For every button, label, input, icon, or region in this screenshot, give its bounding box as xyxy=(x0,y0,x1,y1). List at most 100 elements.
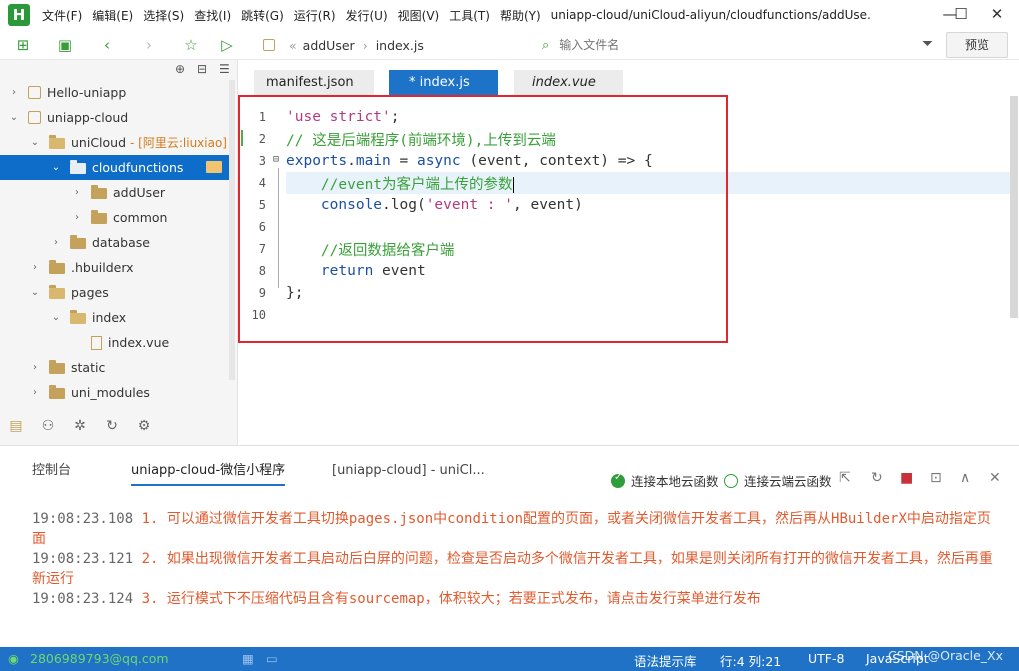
back-icon[interactable]: ‹ xyxy=(94,33,120,57)
tree-item-label: index.vue xyxy=(108,335,170,350)
code-token: }; xyxy=(286,285,304,301)
preview-button[interactable]: 预览 xyxy=(946,32,1008,58)
chevron-down-icon[interactable]: ⌄ xyxy=(50,162,62,173)
tree-item[interactable]: ⌄ cloudfunctions xyxy=(0,155,230,180)
favorite-star-icon[interactable]: ☆ xyxy=(178,33,204,57)
maximize-panel-icon[interactable]: ⊡ xyxy=(930,470,942,486)
code-line[interactable]: exports.main = async (event, context) =>… xyxy=(238,150,1010,172)
open-log-icon[interactable]: ⇱ xyxy=(839,470,851,486)
chevron-right-icon[interactable]: › xyxy=(8,87,20,98)
code-line[interactable]: // 这是后端程序(前端环境),上传到云端 xyxy=(238,128,1010,150)
filter-icon[interactable]: ⏷ xyxy=(922,36,933,52)
save-icon[interactable]: ▣ xyxy=(52,33,78,57)
clear-close-icon[interactable]: ✕ xyxy=(989,470,1001,486)
menu-file[interactable]: 文件(F) xyxy=(38,7,86,24)
code-token: //event为客户端上传的参数 xyxy=(286,176,513,193)
chevron-right-icon[interactable]: › xyxy=(29,362,41,373)
tree-item[interactable]: ⌄ pages xyxy=(0,280,238,305)
chevron-right-icon[interactable]: › xyxy=(71,212,83,223)
forward-icon[interactable]: › xyxy=(136,33,162,57)
folder-icon xyxy=(49,385,65,399)
menu-publish[interactable]: 发行(U) xyxy=(342,7,392,24)
menu-goto[interactable]: 跳转(G) xyxy=(237,7,288,24)
code-editor[interactable]: 1'use strict'; 2// 这是后端程序(前端环境),上传到云端 3 ⊟ ex… xyxy=(238,96,1019,445)
tree-item[interactable]: › .hbuilderx xyxy=(0,255,238,280)
collapse-panel-icon[interactable]: ∧ xyxy=(960,470,970,486)
menu-edit[interactable]: 编辑(E) xyxy=(88,7,137,24)
search-plugin-icon[interactable]: ⚙ xyxy=(128,418,160,434)
code-line[interactable]: return event xyxy=(238,260,1010,282)
layout-icon[interactable]: ▦ xyxy=(242,651,254,666)
open-folder-icon[interactable] xyxy=(206,161,222,173)
file-encoding[interactable]: UTF-8 xyxy=(808,651,844,666)
sidebar-scrollbar[interactable] xyxy=(229,80,235,380)
chevron-down-icon[interactable]: ⌄ xyxy=(8,112,20,123)
menu-help[interactable]: 帮助(Y) xyxy=(496,7,545,24)
breadcrumb-file[interactable]: index.js xyxy=(376,38,424,53)
code-line[interactable]: console.log('event : ', event) xyxy=(238,194,1010,216)
tree-item[interactable]: › database xyxy=(0,230,238,255)
locate-icon[interactable]: ⊕ xyxy=(175,62,185,76)
collapse-all-icon[interactable]: ⊟ xyxy=(197,62,207,76)
breadcrumb-folder[interactable]: addUser xyxy=(303,38,355,53)
bug-icon[interactable]: ✲ xyxy=(64,418,96,434)
code-line[interactable]: }; xyxy=(238,282,1010,304)
tree-item[interactable]: ⌄ index xyxy=(0,305,238,330)
chevron-down-icon[interactable]: ⌄ xyxy=(29,137,41,148)
radio-cloud-function[interactable]: 连接云端云函数 xyxy=(724,471,832,490)
code-line[interactable]: //event为客户端上传的参数 xyxy=(286,172,1010,194)
code-line[interactable]: 'use strict'; xyxy=(238,106,1010,128)
user-icon[interactable]: ◉ xyxy=(8,651,19,666)
tree-item[interactable]: › common xyxy=(0,205,238,230)
restart-icon[interactable]: ↻ xyxy=(871,470,883,486)
tab-manifest-json[interactable]: manifest.json xyxy=(254,70,374,96)
folder-icon xyxy=(49,260,65,274)
editor-scrollbar[interactable] xyxy=(1010,96,1018,318)
tab-wechat-miniprogram[interactable]: uniapp-cloud-微信小程序 xyxy=(131,460,286,486)
radio-local-cloud-function[interactable]: 连接本地云函数 xyxy=(611,471,719,490)
tree-item[interactable]: index.vue xyxy=(0,330,238,355)
tree-item[interactable]: ⌄ uniapp-cloud xyxy=(0,105,238,130)
close-button[interactable]: ✕ xyxy=(975,0,1019,30)
code-line-text: exports.main = async (event, context) =>… xyxy=(286,153,653,169)
chevron-right-icon[interactable]: › xyxy=(71,187,83,198)
explorer-header: ⊕ ⊟ ☰ xyxy=(0,60,237,80)
menu-select[interactable]: 选择(S) xyxy=(139,7,188,24)
tab-console[interactable]: 控制台 xyxy=(32,460,71,486)
debug-icon[interactable]: ⚇ xyxy=(32,418,64,434)
menu-find[interactable]: 查找(I) xyxy=(190,7,235,24)
explorer-icon[interactable]: ▤ xyxy=(0,418,32,434)
code-line[interactable] xyxy=(238,216,1010,238)
code-line[interactable]: //返回数据给客户端 xyxy=(238,238,1010,260)
tree-item[interactable]: › static xyxy=(0,355,238,380)
stop-icon[interactable]: ■ xyxy=(900,470,913,486)
menu-tools[interactable]: 工具(T) xyxy=(445,7,494,24)
chevron-down-icon[interactable]: ⌄ xyxy=(29,287,41,298)
tab-index-js[interactable]: * index.js xyxy=(389,70,498,96)
maximize-button[interactable]: ☐ xyxy=(949,0,973,30)
chevron-right-icon[interactable]: › xyxy=(29,387,41,398)
code-line[interactable] xyxy=(238,304,1010,326)
menu-bar: H 文件(F) 编辑(E) 选择(S) 查找(I) 跳转(G) 运行(R) 发行… xyxy=(0,0,1019,30)
cursor-position[interactable]: 行:4 列:21 xyxy=(720,651,781,670)
file-search[interactable]: ⌕ xyxy=(542,35,762,55)
tree-item[interactable]: › Hello-uniapp xyxy=(0,80,238,105)
refresh-icon[interactable]: ↻ xyxy=(96,418,128,434)
settings-icon[interactable]: ☰ xyxy=(219,62,230,76)
chevron-down-icon[interactable]: ⌄ xyxy=(50,312,62,323)
tree-item[interactable]: ⌄ uniCloud - [阿里云:liuxiao] xyxy=(0,130,238,155)
tab-unicloud-log[interactable]: [uniapp-cloud] - uniCl... xyxy=(332,460,485,486)
tree-item[interactable]: › uni_modules xyxy=(0,380,238,405)
menu-run[interactable]: 运行(R) xyxy=(290,7,340,24)
tree-item[interactable]: › addUser xyxy=(0,180,238,205)
account-email[interactable]: 2806989793@qq.com xyxy=(30,651,169,666)
new-file-icon[interactable]: ⊞ xyxy=(10,33,36,57)
chevron-right-icon[interactable]: › xyxy=(50,237,62,248)
menu-view[interactable]: 视图(V) xyxy=(394,7,444,24)
file-search-input[interactable] xyxy=(559,38,740,52)
run-icon[interactable]: ▷ xyxy=(214,33,240,57)
notification-icon[interactable]: ▭ xyxy=(266,651,278,666)
syntax-library[interactable]: 语法提示库 xyxy=(634,651,697,670)
tab-index-vue[interactable]: index.vue xyxy=(514,70,623,96)
chevron-right-icon[interactable]: › xyxy=(29,262,41,273)
